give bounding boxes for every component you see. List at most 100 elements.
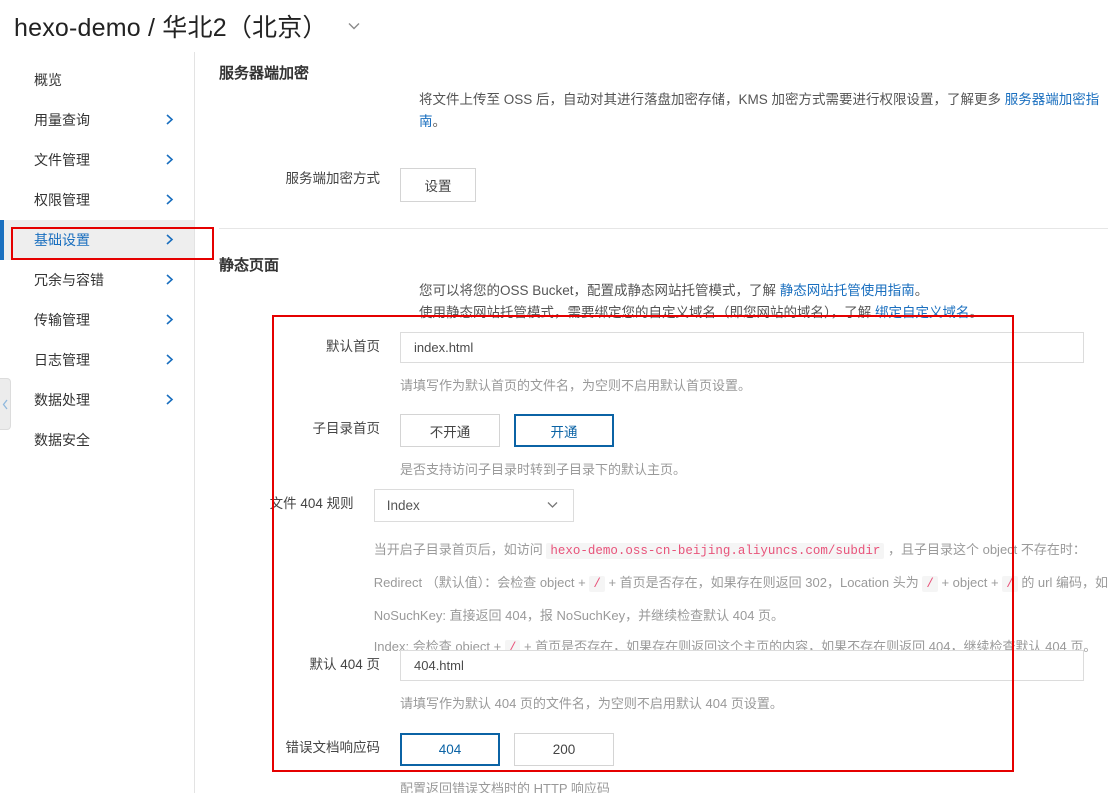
rule-intro-a: 当开启子目录首页后，如访问 <box>374 542 547 557</box>
bind-custom-domain-link[interactable]: 绑定自定义域名 <box>875 305 970 320</box>
page-root: hexo-demo / 华北2（北京） 概览 用量查询 文件管理 权限管理 <box>0 0 1108 793</box>
content-area: 服务器端加密 将文件上传至 OSS 后，自动对其进行落盘加密存储，KMS 加密方… <box>196 52 1108 793</box>
rule-404-redirect: Redirect （默认值）：会检查 object + / + 首页是否存在，如… <box>374 567 1108 600</box>
error-code-row: 错误文档响应码 404 200 配置返回错误文档时的 HTTP 响应码 <box>219 733 1108 793</box>
sidebar-item-usage[interactable]: 用量查询 <box>0 100 194 140</box>
static-page-desc-line-1: 您可以将您的OSS Bucket，配置成静态网站托管模式，了解 静态网站托管使用… <box>419 280 1108 302</box>
sidebar-item-data-security[interactable]: 数据安全 <box>0 420 194 460</box>
sidebar-item-transmission[interactable]: 传输管理 <box>0 300 194 340</box>
rule-404-nosuchkey: NoSuchKey: 直接返回 404，报 NoSuchKey，并继续检查默认 … <box>374 600 1108 631</box>
sidebar-item-label: 权限管理 <box>34 190 90 210</box>
chevron-right-icon <box>163 313 176 328</box>
chevron-right-icon <box>163 393 176 408</box>
sidebar-item-files[interactable]: 文件管理 <box>0 140 194 180</box>
sidebar-item-logs[interactable]: 日志管理 <box>0 340 194 380</box>
error-code-hint: 配置返回错误文档时的 HTTP 响应码 <box>400 779 1108 793</box>
rule-intro-b: ，且子目录这个 object 不存在时： <box>884 542 1086 557</box>
encryption-desc-text: 将文件上传至 OSS 后，自动对其进行落盘加密存储，KMS 加密方式需要进行权限… <box>419 92 1005 107</box>
redirect-a: Redirect （默认值）：会检查 object + <box>374 575 590 590</box>
subdir-home-off-button[interactable]: 不开通 <box>400 414 500 447</box>
chevron-right-icon <box>163 233 176 248</box>
sidebar-item-label: 概览 <box>34 70 62 90</box>
default-home-row: 默认首页 请填写作为默认首页的文件名，为空则不启用默认首页设置。 <box>219 332 1108 396</box>
sidebar-item-overview[interactable]: 概览 <box>0 60 194 100</box>
chevron-right-icon <box>163 193 176 208</box>
sidebar-collapse-handle[interactable] <box>0 378 11 430</box>
subdir-home-row: 子目录首页 不开通 开通 是否支持访问子目录时转到子目录下的默认主页。 <box>219 414 1108 480</box>
sidebar-item-label: 用量查询 <box>34 110 90 130</box>
error-code-200-button[interactable]: 200 <box>514 733 614 766</box>
page-404-row: 默认 404 页 请填写作为默认 404 页的文件名，为空则不启用默认 404 … <box>219 650 1108 714</box>
page-title: hexo-demo / 华北2（北京） <box>14 8 328 44</box>
chevron-left-icon <box>2 399 9 410</box>
default-home-field: 请填写作为默认首页的文件名，为空则不启用默认首页设置。 <box>400 332 1108 396</box>
subdir-home-field: 不开通 开通 是否支持访问子目录时转到子目录下的默认主页。 <box>400 414 1108 480</box>
error-code-field: 404 200 配置返回错误文档时的 HTTP 响应码 <box>400 733 1108 793</box>
sidebar: 概览 用量查询 文件管理 权限管理 基础设置 <box>0 52 195 793</box>
encryption-setting-button-wrap: 设置 <box>400 168 476 202</box>
sidebar-item-label: 冗余与容错 <box>34 270 104 290</box>
static-desc1-tail: 。 <box>915 283 929 298</box>
sidebar-item-label: 文件管理 <box>34 150 90 170</box>
section-divider <box>219 228 1108 229</box>
static-desc2-tail: 。 <box>970 305 984 320</box>
slash-code-2: / <box>922 576 938 592</box>
error-code-label: 错误文档响应码 <box>219 733 400 763</box>
chevron-right-icon <box>163 353 176 368</box>
static-desc2-text: 使用静态网站托管模式，需要绑定您的自定义域名（即您网站的域名），了解 <box>419 305 875 320</box>
sidebar-item-basic-settings[interactable]: 基础设置 <box>0 220 194 260</box>
sidebar-item-label: 数据安全 <box>34 430 90 450</box>
sidebar-item-label: 数据处理 <box>34 390 90 410</box>
encryption-setting-button[interactable]: 设置 <box>400 168 476 202</box>
static-hosting-guide-link[interactable]: 静态网站托管使用指南 <box>780 283 915 298</box>
page-404-field: 请填写作为默认 404 页的文件名，为空则不启用默认 404 页设置。 <box>400 650 1108 714</box>
subdir-home-toggle-group: 不开通 开通 <box>400 414 1108 447</box>
static-page-desc-line-2: 使用静态网站托管模式，需要绑定您的自定义域名（即您网站的域名），了解 绑定自定义… <box>419 302 1108 324</box>
subdir-home-on-button[interactable]: 开通 <box>514 414 614 447</box>
encryption-description: 将文件上传至 OSS 后，自动对其进行落盘加密存储，KMS 加密方式需要进行权限… <box>419 89 1108 133</box>
redirect-c: + object + <box>938 575 1002 590</box>
sidebar-item-redundancy[interactable]: 冗余与容错 <box>0 260 194 300</box>
static-page-section-title: 静态页面 <box>219 254 279 275</box>
page-404-hint: 请填写作为默认 404 页的文件名，为空则不启用默认 404 页设置。 <box>400 694 1108 714</box>
redirect-d: 的 url 编码，如 <box>1018 575 1108 590</box>
subdir-home-hint: 是否支持访问子目录时转到子目录下的默认主页。 <box>400 460 1108 480</box>
sidebar-item-label: 日志管理 <box>34 350 90 370</box>
redirect-b: + 首页是否存在，如果存在则返回 302，Location 头为 <box>605 575 923 590</box>
sidebar-item-data-processing[interactable]: 数据处理 <box>0 380 194 420</box>
chevron-down-icon[interactable] <box>344 16 364 36</box>
chevron-right-icon <box>163 153 176 168</box>
default-home-label: 默认首页 <box>219 332 400 362</box>
encryption-section-title: 服务器端加密 <box>219 62 309 83</box>
rule-404-label: 文件 404 规则 <box>219 489 374 519</box>
error-code-toggle-group: 404 200 <box>400 733 1108 766</box>
encryption-mode-row: 服务端加密方式 无 <box>219 164 1108 194</box>
sidebar-item-permissions[interactable]: 权限管理 <box>0 180 194 220</box>
page-404-label: 默认 404 页 <box>219 650 400 680</box>
slash-code-3: / <box>1002 576 1018 592</box>
default-home-hint: 请填写作为默认首页的文件名，为空则不启用默认首页设置。 <box>400 376 1108 396</box>
slash-code-1: / <box>589 576 605 592</box>
rule-404-field: Index 当开启子目录首页后，如访问 hexo-demo.oss-cn-bei… <box>374 489 1108 664</box>
rule-404-row: 文件 404 规则 Index 当开启子目录首页后，如访问 hexo-demo.… <box>219 489 1108 664</box>
default-home-input[interactable] <box>400 332 1084 363</box>
bucket-endpoint-code: hexo-demo.oss-cn-beijing.aliyuncs.com/su… <box>546 543 884 559</box>
encryption-mode-label: 服务端加密方式 <box>219 164 400 194</box>
page-header: hexo-demo / 华北2（北京） <box>0 0 1108 52</box>
chevron-right-icon <box>163 273 176 288</box>
chevron-down-icon <box>544 496 561 516</box>
sidebar-item-label: 传输管理 <box>34 310 90 330</box>
error-code-404-button[interactable]: 404 <box>400 733 500 766</box>
static-page-description: 您可以将您的OSS Bucket，配置成静态网站托管模式，了解 静态网站托管使用… <box>419 280 1108 324</box>
rule-404-intro: 当开启子目录首页后，如访问 hexo-demo.oss-cn-beijing.a… <box>374 534 1108 567</box>
sidebar-item-label: 基础设置 <box>34 230 90 250</box>
subdir-home-label: 子目录首页 <box>219 414 400 444</box>
rule-404-explanation: 当开启子目录首页后，如访问 hexo-demo.oss-cn-beijing.a… <box>374 534 1108 664</box>
encryption-mode-value: 无 <box>400 164 1108 194</box>
chevron-right-icon <box>163 113 176 128</box>
rule-404-select[interactable]: Index <box>374 489 574 522</box>
rule-404-selected-value: Index <box>387 498 420 513</box>
page-404-input[interactable] <box>400 650 1084 681</box>
static-desc1-text: 您可以将您的OSS Bucket，配置成静态网站托管模式，了解 <box>419 283 780 298</box>
encryption-desc-tail: 。 <box>433 114 447 129</box>
